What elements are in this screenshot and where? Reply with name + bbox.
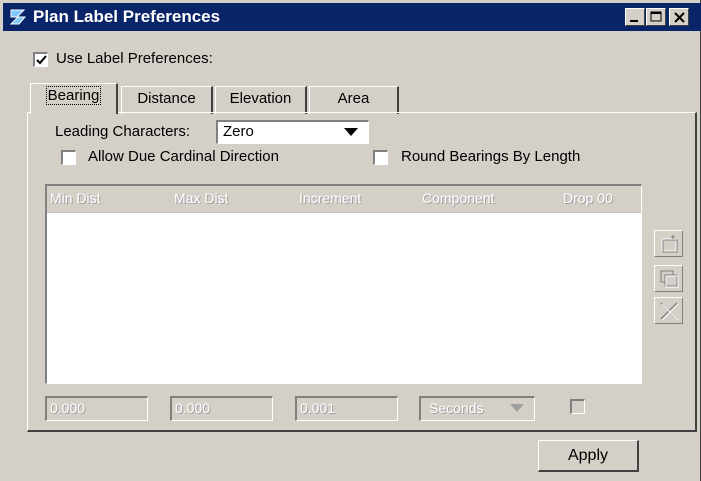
maximize-icon — [650, 11, 662, 22]
delete-row-button[interactable] — [654, 297, 683, 324]
column-drop-00: Drop 00 — [563, 190, 613, 206]
window-title: Plan Label Preferences — [33, 7, 221, 26]
close-button[interactable] — [669, 8, 689, 26]
tab-bearing-label: Bearing — [45, 86, 102, 105]
column-increment: Increment — [299, 190, 362, 206]
round-bearings-checkbox[interactable] — [373, 150, 388, 165]
minimize-icon — [630, 20, 638, 22]
allow-due-cardinal-label: Allow Due Cardinal Direction — [88, 148, 279, 165]
tab-distance-label: Distance — [137, 90, 196, 107]
delete-row-icon — [660, 302, 679, 321]
tab-area[interactable]: Area — [309, 86, 399, 114]
tab-area-label: Area — [337, 90, 370, 107]
use-label-preferences-label: Use Label Preferences: — [56, 50, 213, 67]
minimize-button[interactable] — [625, 8, 645, 26]
add-row-button[interactable] — [654, 230, 683, 257]
plan-label-preferences-dialog: Plan Label Preferences Use Label Prefere… — [0, 0, 701, 481]
title-bar[interactable]: Plan Label Preferences — [3, 3, 701, 31]
app-logo-icon — [8, 6, 30, 28]
apply-button[interactable]: Apply — [538, 440, 639, 472]
column-max-dist: Max Dist — [174, 190, 229, 206]
maximize-button[interactable] — [646, 8, 666, 26]
max-dist-input[interactable]: 0.000 — [170, 396, 273, 421]
component-value: Seconds — [429, 400, 484, 416]
close-icon — [674, 12, 685, 23]
leading-characters-value: Zero — [223, 123, 254, 140]
drop-00-checkbox[interactable] — [570, 399, 585, 414]
leading-characters-label: Leading Characters: — [55, 123, 191, 140]
allow-due-cardinal-checkbox[interactable] — [61, 150, 76, 165]
chevron-down-icon — [344, 128, 358, 136]
copy-row-icon — [660, 270, 679, 288]
checkmark-icon — [36, 55, 47, 65]
bearing-rules-list[interactable]: Min Dist Max Dist Increment Component Dr… — [45, 184, 642, 384]
column-min-dist: Min Dist — [50, 190, 101, 206]
use-label-preferences-checkbox[interactable] — [33, 52, 48, 67]
tab-bearing[interactable]: Bearing — [30, 83, 118, 114]
tab-distance[interactable]: Distance — [121, 86, 213, 114]
list-header: Min Dist Max Dist Increment Component Dr… — [47, 186, 641, 213]
round-bearings-label: Round Bearings By Length — [401, 148, 581, 165]
column-component: Component — [422, 190, 495, 206]
tab-elevation-label: Elevation — [229, 90, 292, 107]
component-dropdown[interactable]: Seconds — [419, 396, 535, 421]
tab-elevation[interactable]: Elevation — [215, 86, 307, 114]
min-dist-input[interactable]: 0.000 — [45, 396, 148, 421]
leading-characters-dropdown[interactable]: Zero — [216, 120, 369, 144]
chevron-down-icon — [510, 404, 524, 412]
increment-input[interactable]: 0.001 — [295, 396, 398, 421]
add-row-icon — [661, 235, 678, 253]
copy-row-button[interactable] — [654, 265, 683, 292]
